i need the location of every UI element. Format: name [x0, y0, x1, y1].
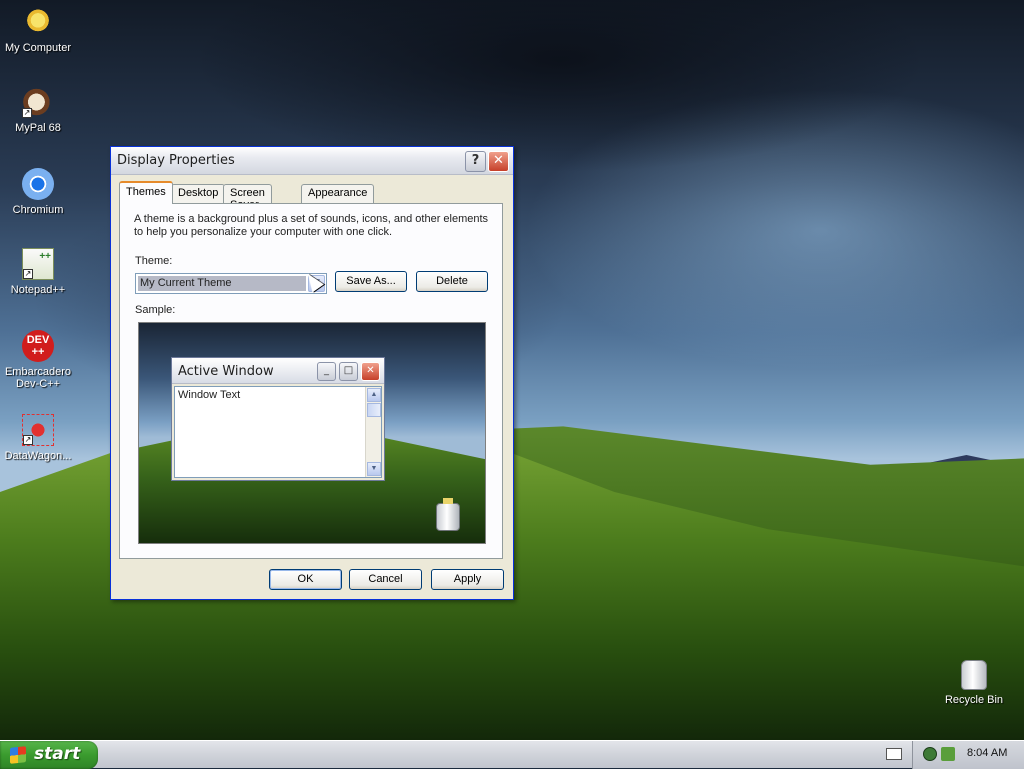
- desktop-icon-label: DataWagon...: [4, 450, 72, 462]
- recycle-bin-icon: [961, 660, 987, 690]
- desktop-icon-mypal[interactable]: ↗ MyPal 68: [0, 86, 76, 134]
- chromium-icon: [22, 168, 54, 200]
- dev-cpp-icon: DEV ++: [22, 330, 54, 362]
- desktop-icon-dev-cpp[interactable]: DEV ++ Embarcadero Dev-C++: [0, 330, 76, 390]
- desktop-icon-label: Chromium: [12, 204, 64, 216]
- theme-description: A theme is a background plus a set of so…: [134, 213, 489, 238]
- save-as-button[interactable]: Save As...: [335, 271, 407, 292]
- dialog-title: Display Properties: [117, 153, 235, 168]
- start-button[interactable]: start: [0, 741, 98, 769]
- shortcut-arrow-icon: ↗: [22, 108, 32, 118]
- sample-label: Sample:: [135, 304, 176, 316]
- desktop-icon-label: Notepad++: [10, 284, 66, 296]
- tab-appearance[interactable]: Appearance: [301, 184, 375, 203]
- theme-select-value: My Current Theme: [138, 276, 306, 291]
- taskbar: start 8:04 AM: [0, 740, 1024, 769]
- desktop-icon-notepad-plus-plus[interactable]: ↗ Notepad++: [0, 248, 76, 296]
- ok-button[interactable]: OK: [269, 569, 342, 590]
- mypal-icon: ↗: [22, 86, 54, 118]
- tab-screen-saver[interactable]: Screen Saver: [223, 184, 272, 211]
- datawagon-icon: ↗: [22, 414, 54, 446]
- close-button[interactable]: ✕: [488, 151, 509, 172]
- shortcut-arrow-icon: ↗: [23, 269, 33, 279]
- sample-window-titlebar: Active Window _ □ ✕: [172, 358, 384, 384]
- keyboard-icon[interactable]: [886, 748, 902, 760]
- help-button[interactable]: ?: [465, 151, 486, 172]
- tab-desktop[interactable]: Desktop: [171, 184, 226, 203]
- theme-label: Theme:: [135, 255, 173, 267]
- minimize-icon: _: [317, 362, 336, 381]
- desktop-icon-datawagon[interactable]: ↗ DataWagon...: [0, 414, 76, 462]
- start-label: start: [34, 744, 81, 764]
- scroll-down-icon: ▼: [367, 462, 381, 476]
- theme-select[interactable]: My Current Theme ▼: [135, 273, 327, 294]
- desktop-icon-recycle-bin[interactable]: Recycle Bin: [936, 660, 1012, 706]
- cancel-button[interactable]: Cancel: [349, 569, 422, 590]
- sample-scrollbar: ▲ ▼: [365, 387, 381, 477]
- security-shield-icon[interactable]: [923, 747, 937, 761]
- sample-active-window: Active Window _ □ ✕ Window Text ▲ ▼: [171, 357, 385, 481]
- desktop-icon-label: Embarcadero Dev-C++: [4, 366, 72, 390]
- apply-button[interactable]: Apply: [431, 569, 504, 590]
- dialog-titlebar[interactable]: Display Properties ? ✕: [111, 147, 513, 175]
- desktop-icon-label: MyPal 68: [15, 122, 61, 134]
- notepad-plus-plus-icon: ↗: [22, 248, 54, 280]
- system-tray: 8:04 AM: [912, 741, 1024, 769]
- desktop-icon-my-computer[interactable]: My Computer: [0, 6, 76, 54]
- network-icon[interactable]: [941, 747, 955, 761]
- tab-themes[interactable]: Themes: [119, 181, 173, 204]
- desktop-icon-label: My Computer: [4, 42, 72, 54]
- close-icon: ✕: [361, 362, 380, 381]
- display-properties-dialog: Display Properties ? ✕ Themes Desktop Sc…: [110, 146, 514, 600]
- sample-window-title: Active Window: [178, 364, 274, 379]
- my-computer-icon: [22, 6, 54, 38]
- sample-recycle-bin-icon: [436, 498, 460, 531]
- desktop-icon-chromium[interactable]: Chromium: [0, 168, 76, 216]
- theme-sample-preview: Active Window _ □ ✕ Window Text ▲ ▼: [138, 322, 486, 544]
- maximize-icon: □: [339, 362, 358, 381]
- delete-button[interactable]: Delete: [416, 271, 488, 292]
- shortcut-arrow-icon: ↗: [23, 435, 33, 445]
- themes-tab-panel: A theme is a background plus a set of so…: [119, 203, 503, 559]
- scroll-up-icon: ▲: [367, 388, 381, 402]
- windows-logo-icon: [10, 746, 26, 764]
- sample-window-text: Window Text: [178, 389, 241, 401]
- scroll-thumb: [367, 403, 381, 417]
- desktop-icon-label: Recycle Bin: [944, 694, 1004, 706]
- clock[interactable]: 8:04 AM: [967, 747, 1007, 759]
- sample-window-text-area: Window Text ▲ ▼: [174, 386, 382, 478]
